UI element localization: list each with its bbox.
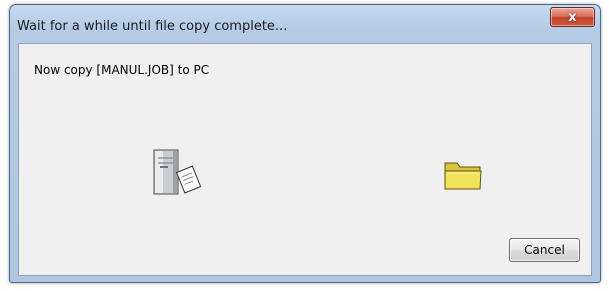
folder-icon	[444, 162, 482, 190]
pc-tower-icon	[153, 149, 202, 195]
copy-status-message: Now copy [MANUL.JOB] to PC	[34, 63, 210, 77]
close-icon: x	[568, 9, 577, 25]
dialog-body: Now copy [MANUL.JOB] to PC Cancel	[18, 43, 592, 276]
title-bar[interactable]: Wait for a while until file copy complet…	[10, 5, 600, 43]
dialog-title: Wait for a while until file copy complet…	[17, 19, 288, 34]
cancel-button[interactable]: Cancel	[509, 238, 580, 262]
close-button[interactable]: x	[550, 7, 595, 27]
copy-progress-dialog: Wait for a while until file copy complet…	[9, 4, 601, 283]
